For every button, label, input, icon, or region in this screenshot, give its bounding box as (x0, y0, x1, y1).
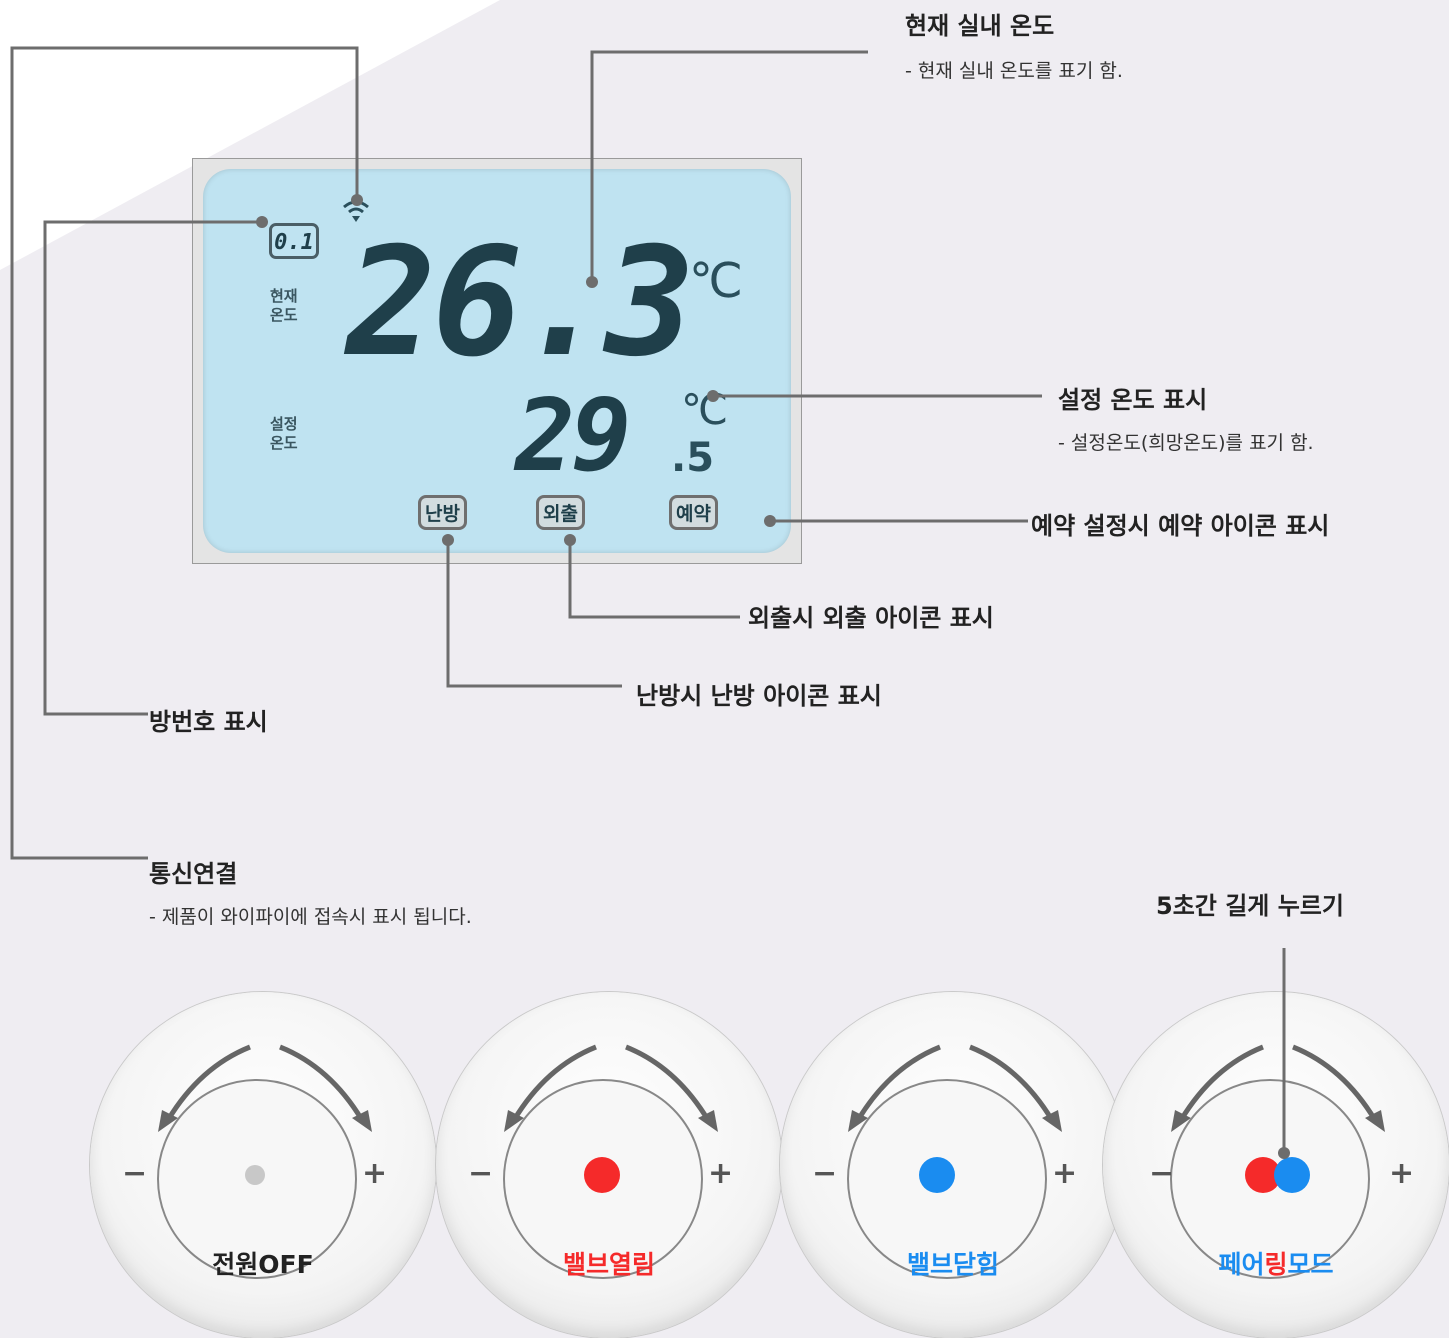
long-press-leader (1278, 948, 1290, 1159)
